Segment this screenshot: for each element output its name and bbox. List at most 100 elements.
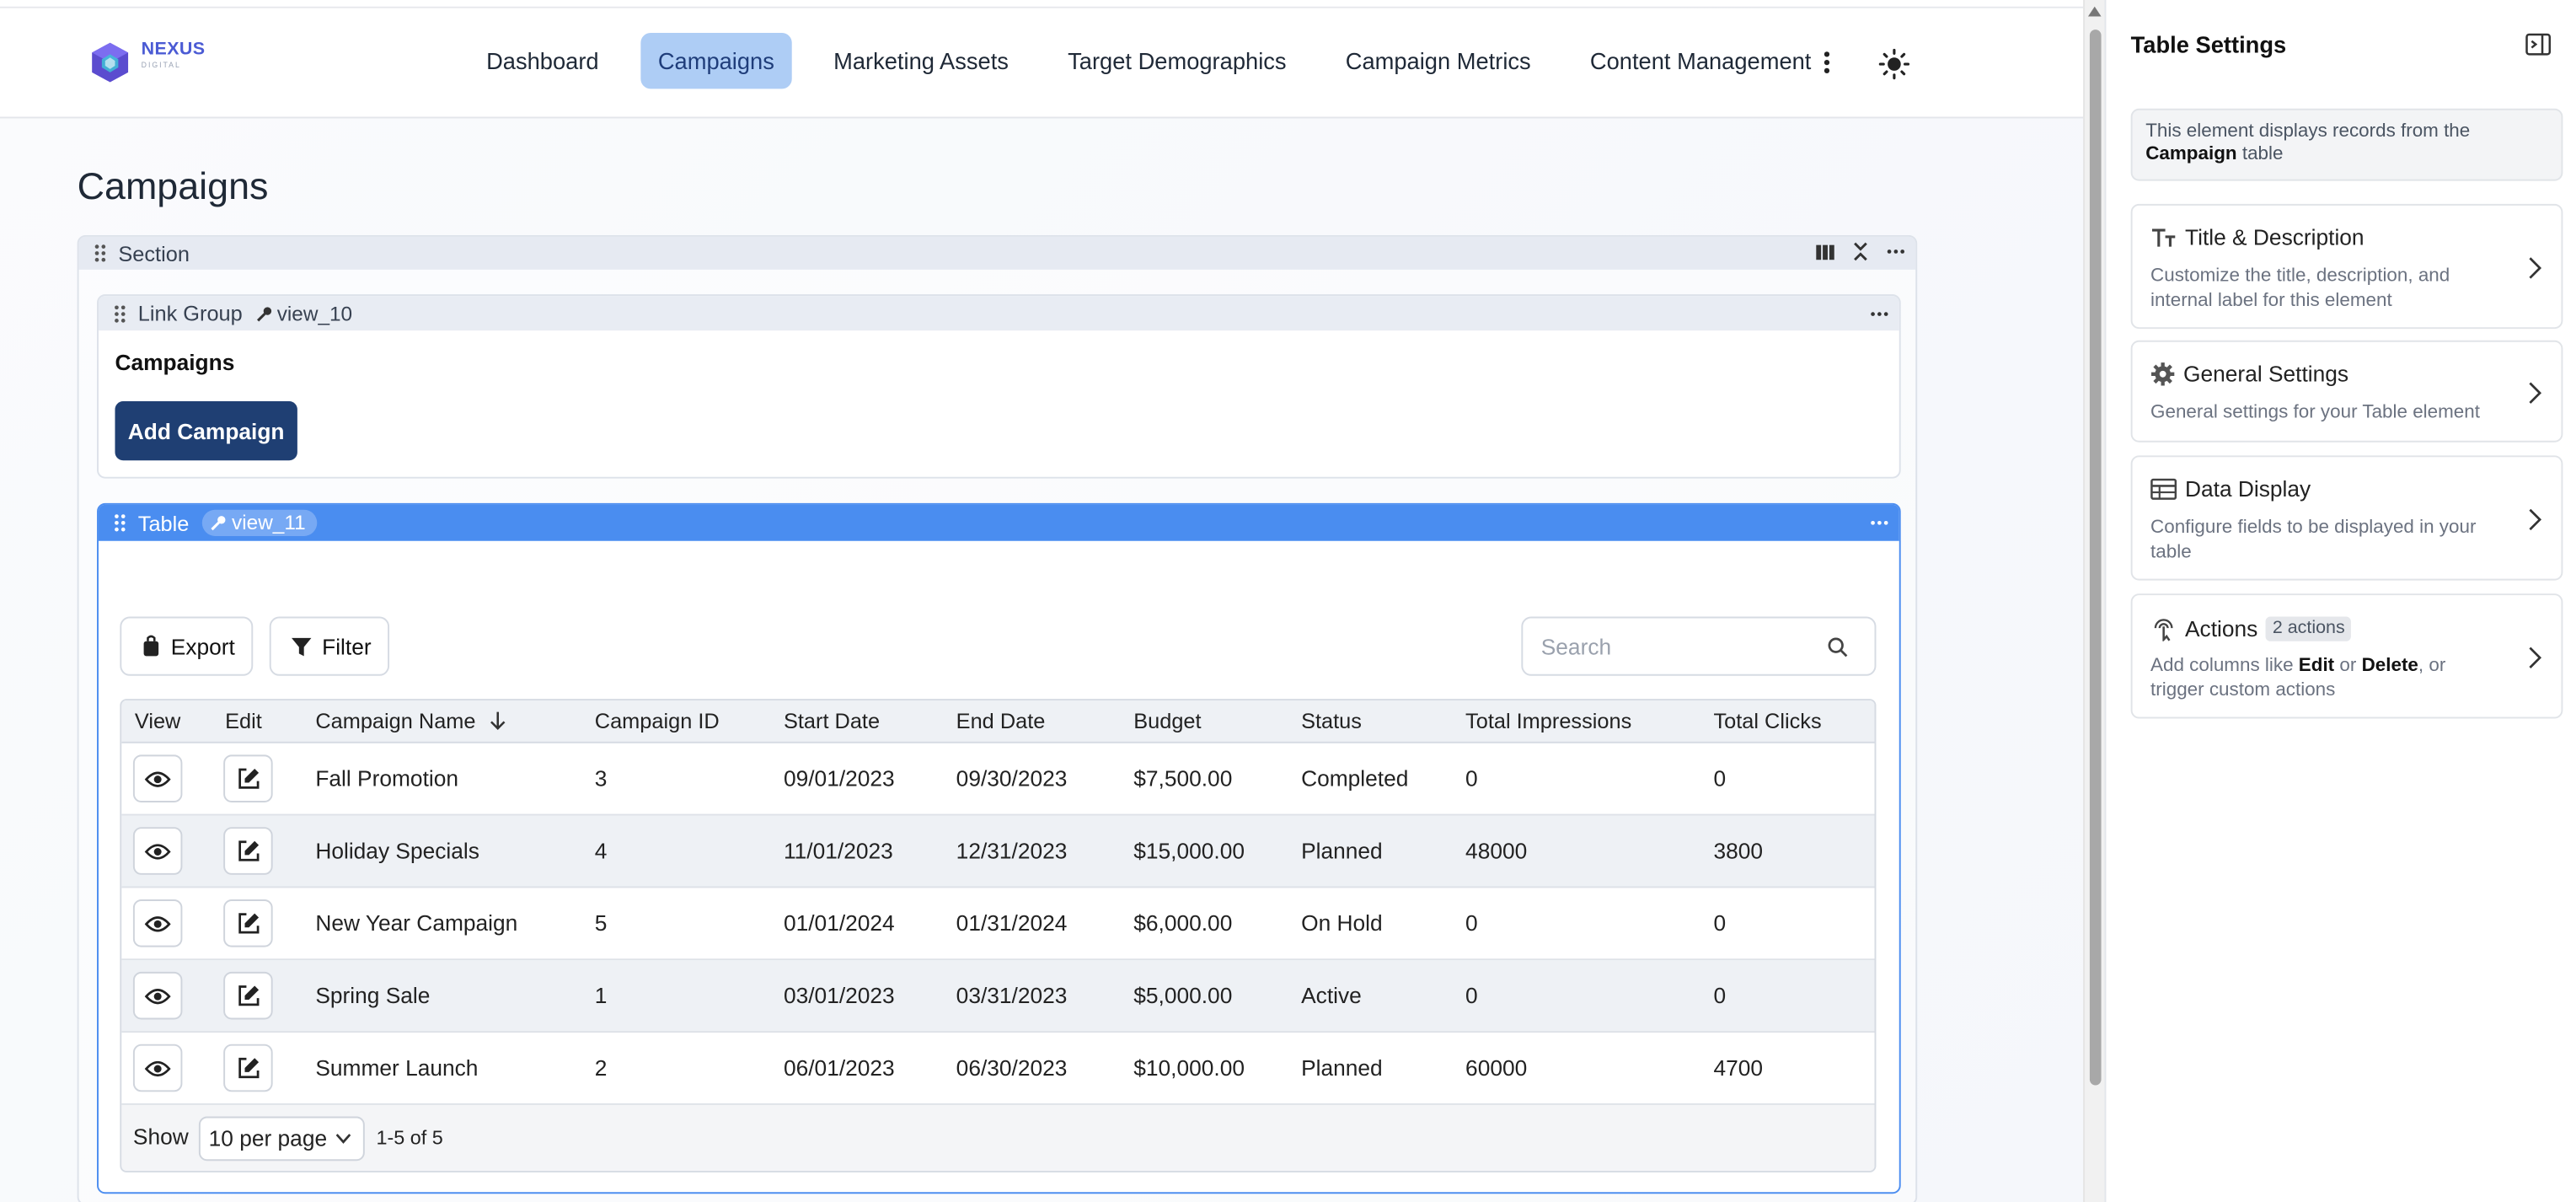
table-more-icon[interactable] xyxy=(1870,519,1889,526)
col-start-date[interactable]: Start Date xyxy=(784,709,880,733)
cell-campaign-name: Summer Launch xyxy=(315,1055,479,1081)
cell-budget: $7,500.00 xyxy=(1133,766,1233,791)
edit-record-button[interactable] xyxy=(223,754,273,802)
cell-start-date: 11/01/2023 xyxy=(783,838,893,864)
section-container: Section Link Group view_10 Campaigns Add… xyxy=(77,234,1918,1202)
nav-dashboard[interactable]: Dashboard xyxy=(469,33,617,89)
sun-icon[interactable] xyxy=(1877,48,1910,81)
edit-record-button[interactable] xyxy=(223,1044,273,1092)
collapse-panel-icon[interactable] xyxy=(2525,31,2552,57)
cell-campaign-id: 5 xyxy=(594,910,608,936)
search-input[interactable]: Search xyxy=(1521,616,1877,676)
data-display-card[interactable]: Data Display Configure fields to be disp… xyxy=(2130,455,2563,581)
cell-end-date: 01/31/2024 xyxy=(956,910,1068,936)
col-campaign-id[interactable]: Campaign ID xyxy=(595,709,720,733)
cell-budget: $15,000.00 xyxy=(1133,838,1245,864)
scroll-up-arrow-icon[interactable] xyxy=(2087,6,2102,17)
view-key-text: view_11 xyxy=(232,511,306,534)
logo[interactable]: NEXUS DIGITAL xyxy=(88,40,205,84)
cell-campaign-id: 2 xyxy=(594,1055,608,1081)
view-record-button[interactable] xyxy=(132,899,183,947)
text-size-icon xyxy=(2152,228,2176,247)
filter-label: Filter xyxy=(322,634,372,659)
chevron-down-icon xyxy=(335,1134,351,1144)
view-record-button[interactable] xyxy=(132,1044,183,1092)
nav-target-demographics[interactable]: Target Demographics xyxy=(1050,33,1304,89)
per-page-select[interactable]: 10 per page xyxy=(198,1116,365,1162)
desc-delete: Delete xyxy=(2361,656,2418,676)
col-status[interactable]: Status xyxy=(1301,709,1362,733)
sort-down-icon[interactable] xyxy=(487,711,506,732)
edit-record-button[interactable] xyxy=(223,971,273,1020)
link-group-more-icon[interactable] xyxy=(1870,311,1889,318)
page-title: Campaigns xyxy=(77,164,269,207)
table-row: Fall Promotion 3 09/01/2023 09/30/2023 $… xyxy=(121,743,1875,816)
edit-record-button[interactable] xyxy=(223,899,273,947)
search-icon[interactable] xyxy=(1827,636,1848,657)
drag-handle-icon[interactable] xyxy=(112,303,128,323)
col-budget[interactable]: Budget xyxy=(1133,709,1201,733)
link-group-heading: Campaigns xyxy=(115,350,235,375)
col-total-impressions[interactable]: Total Impressions xyxy=(1465,709,1631,733)
view-key-pill: view_11 xyxy=(201,509,318,536)
eye-icon xyxy=(144,988,171,1004)
edit-icon xyxy=(238,913,259,934)
section-more-icon[interactable] xyxy=(1886,249,1905,255)
nav-campaign-metrics[interactable]: Campaign Metrics xyxy=(1327,33,1549,89)
title-description-card[interactable]: Title & Description Customize the title,… xyxy=(2130,203,2563,330)
columns-icon[interactable] xyxy=(1815,243,1834,260)
general-settings-card[interactable]: General Settings General settings for yo… xyxy=(2130,340,2563,443)
table-element-label: Table xyxy=(137,510,190,535)
screen: NEXUS DIGITAL Dashboard Campaigns Market… xyxy=(0,0,2576,1202)
edit-record-button[interactable] xyxy=(223,827,273,875)
cell-total-clicks: 0 xyxy=(1713,983,1727,1008)
gear-icon xyxy=(2151,362,2175,386)
col-end-date[interactable]: End Date xyxy=(956,709,1046,733)
eye-icon xyxy=(144,915,171,931)
app-canvas: NEXUS DIGITAL Dashboard Campaigns Market… xyxy=(0,0,2084,1202)
col-total-clicks[interactable]: Total Clicks xyxy=(1713,709,1821,733)
show-label: Show xyxy=(132,1124,189,1150)
collapse-icon[interactable] xyxy=(1851,242,1869,261)
add-campaign-button[interactable]: Add Campaign xyxy=(115,400,297,461)
link-group-header[interactable]: Link Group view_10 xyxy=(98,296,1899,331)
actions-card[interactable]: Actions 2 actions Add columns like Edit … xyxy=(2130,593,2563,719)
cell-end-date: 03/31/2023 xyxy=(956,983,1068,1008)
table-header-row: View Edit Campaign Name Campaign ID Star… xyxy=(121,700,1875,743)
cell-campaign-name: Fall Promotion xyxy=(315,766,459,791)
cell-budget: $10,000.00 xyxy=(1133,1055,1245,1081)
nav-campaigns[interactable]: Campaigns xyxy=(640,33,793,89)
table-element-header[interactable]: Table view_11 xyxy=(98,504,1899,541)
records-table: View Edit Campaign Name Campaign ID Star… xyxy=(120,699,1877,1172)
view-record-button[interactable] xyxy=(132,971,183,1020)
cell-start-date: 03/01/2023 xyxy=(783,983,895,1008)
pointer-click-icon xyxy=(2154,619,2173,641)
nav-content-management[interactable]: Content Management xyxy=(1572,33,1829,89)
card-description: General settings for your Table element xyxy=(2150,402,2480,423)
drag-handle-icon[interactable] xyxy=(92,244,108,263)
view-record-button[interactable] xyxy=(132,827,183,875)
cell-total-impressions: 48000 xyxy=(1465,838,1528,864)
eye-icon xyxy=(144,770,171,786)
export-button[interactable]: Export xyxy=(120,616,254,676)
col-campaign-name[interactable]: Campaign Name xyxy=(315,709,506,733)
table-settings-panel: Table Settings This element displays rec… xyxy=(2104,0,2576,1202)
cell-campaign-id: 4 xyxy=(594,838,608,864)
section-header[interactable]: Section xyxy=(78,236,1916,270)
main-scrollbar[interactable] xyxy=(2083,0,2105,1202)
view-record-button[interactable] xyxy=(132,754,183,802)
card-title: General Settings xyxy=(2150,362,2348,386)
view-key-text: view_10 xyxy=(276,301,353,325)
more-vertical-icon[interactable] xyxy=(1813,48,1840,78)
key-icon xyxy=(211,516,226,531)
desc-edit: Edit xyxy=(2298,656,2335,676)
drag-handle-icon[interactable] xyxy=(112,513,128,533)
info-suffix: table xyxy=(2241,144,2284,165)
scrollbar-thumb[interactable] xyxy=(2089,30,2102,1086)
table-row: New Year Campaign 5 01/01/2024 01/31/202… xyxy=(121,888,1875,961)
main-nav: Dashboard Campaigns Marketing Assets Tar… xyxy=(469,33,1852,89)
filter-button[interactable]: Filter xyxy=(269,616,390,676)
nav-marketing-assets[interactable]: Marketing Assets xyxy=(816,33,1027,89)
col-campaign-name-label: Campaign Name xyxy=(315,708,476,734)
cell-budget: $6,000.00 xyxy=(1133,910,1233,936)
